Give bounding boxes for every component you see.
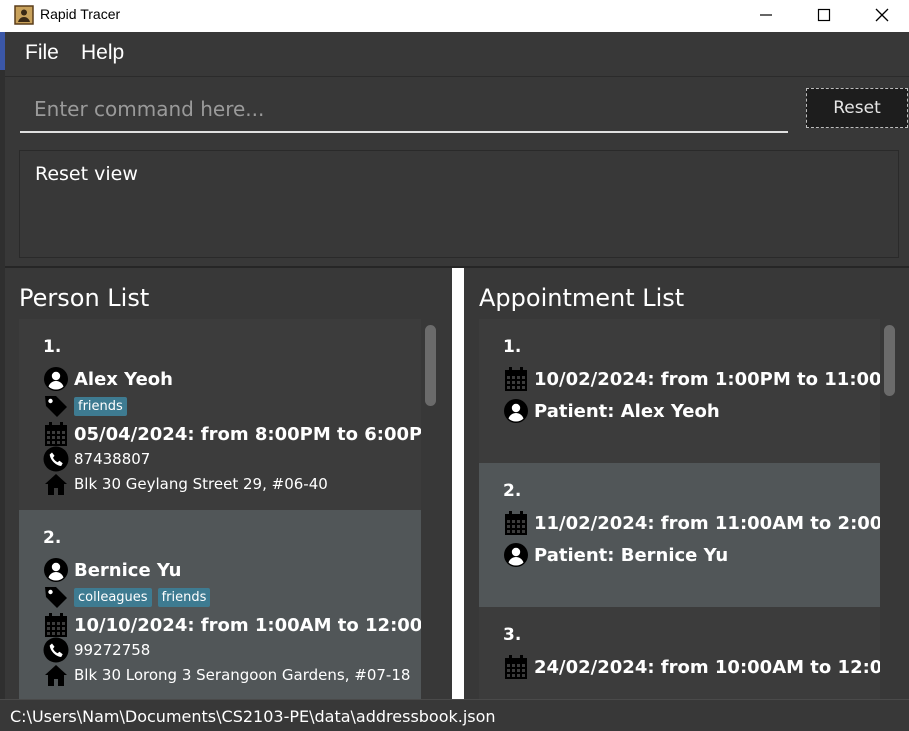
appointment-index: 1. [503, 337, 522, 357]
panel-divider[interactable] [452, 268, 464, 699]
appointment-list-title: Appointment List [479, 284, 685, 312]
tag-icon [43, 584, 69, 610]
reset-button[interactable]: Reset [806, 88, 908, 128]
calendar-icon [503, 510, 529, 536]
result-display[interactable]: Reset view [19, 150, 899, 258]
person-name: Bernice Yu [74, 559, 182, 581]
appointment-card[interactable]: 3. 24/02/2024: from 10:00AM to 12:0... [479, 607, 880, 699]
appointment-time: 10/02/2024: from 1:00PM to 11:00PM [534, 368, 880, 390]
close-icon [875, 8, 889, 22]
appointment-time: 11/02/2024: from 11:00AM to 2:00PM [534, 512, 880, 534]
status-bar: C:\Users\Nam\Documents\CS2103-PE\data\ad… [0, 699, 909, 731]
person-index: 2. [43, 528, 62, 548]
command-box: Reset [5, 76, 909, 141]
person-address: Blk 30 Geylang Street 29, #06-40 [74, 475, 328, 493]
appointment-time: 24/02/2024: from 10:00AM to 12:0... [534, 656, 880, 678]
appointment-patient: Patient: Alex Yeoh [534, 400, 720, 422]
tag-icon [43, 393, 69, 419]
person-list[interactable]: 1. Alex Yeoh friends 05/04/2024: from 8:… [19, 319, 421, 699]
appointment-list-panel: Appointment List 1. 10/02/2024: from 1:0… [464, 268, 909, 699]
person-icon [43, 366, 69, 392]
appointment-card[interactable]: 1. 10/02/2024: from 1:00PM to 11:00PM Pa… [479, 319, 880, 463]
person-card[interactable]: 1. Alex Yeoh friends 05/04/2024: from 8:… [19, 319, 421, 510]
result-display-container: Reset view [5, 140, 909, 266]
tag-badge: friends [74, 396, 127, 416]
person-list-scrollbar[interactable] [425, 325, 436, 406]
person-address: Blk 30 Lorong 3 Serangoon Gardens, #07-1… [74, 666, 411, 684]
command-input[interactable] [20, 87, 788, 133]
calendar-icon [43, 421, 69, 447]
status-path: C:\Users\Nam\Documents\CS2103-PE\data\ad… [10, 707, 496, 726]
appointment-card[interactable]: 2. 11/02/2024: from 11:00AM to 2:00PM Pa… [479, 463, 880, 607]
minimize-icon [760, 14, 772, 16]
appointment-list[interactable]: 1. 10/02/2024: from 1:00PM to 11:00PM Pa… [479, 319, 880, 699]
person-index: 1. [43, 337, 62, 357]
close-button[interactable] [853, 0, 909, 30]
home-icon [43, 471, 69, 497]
person-appointment: 10/10/2024: from 1:00AM to 12:00PM [74, 614, 421, 636]
minimize-button[interactable] [737, 0, 795, 30]
calendar-icon [503, 366, 529, 392]
person-icon [43, 557, 69, 583]
window-title: Rapid Tracer [40, 6, 121, 22]
person-phone: 99272758 [74, 641, 151, 659]
maximize-button[interactable] [795, 0, 853, 30]
person-appointment: 05/04/2024: from 8:00PM to 6:00PM [74, 423, 421, 445]
tag-badge: friends [157, 587, 211, 607]
menu-bar: File Help [5, 32, 909, 76]
appointment-index: 3. [503, 625, 522, 645]
person-phone: 87438807 [74, 450, 151, 468]
menu-file[interactable]: File [25, 41, 59, 65]
person-name: Alex Yeoh [74, 368, 173, 390]
person-icon [503, 542, 529, 568]
appointment-patient: Patient: Bernice Yu [534, 544, 729, 566]
app-icon [14, 5, 34, 25]
person-list-panel: Person List 1. Alex Yeoh friends 05/04/2… [5, 268, 452, 699]
home-icon [43, 662, 69, 688]
phone-icon [43, 446, 69, 472]
menu-help[interactable]: Help [81, 41, 124, 65]
phone-icon [43, 637, 69, 663]
appointment-list-scrollbar[interactable] [884, 325, 895, 396]
person-icon [503, 398, 529, 424]
maximize-icon [817, 8, 831, 22]
person-list-title: Person List [19, 284, 150, 312]
calendar-icon [503, 654, 529, 680]
result-text: Reset view [35, 163, 138, 185]
person-card[interactable]: 2. Bernice Yu colleagues friends 10/10/2… [19, 510, 421, 699]
calendar-icon [43, 612, 69, 638]
title-bar: Rapid Tracer [0, 0, 909, 32]
appointment-index: 2. [503, 481, 522, 501]
tag-badge: colleagues [74, 587, 152, 607]
